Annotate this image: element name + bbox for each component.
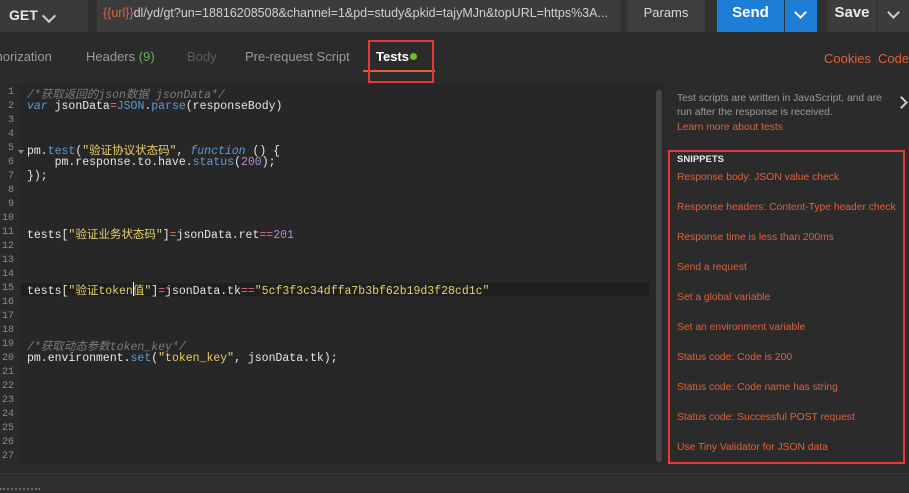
snippet-item[interactable]: Response time is less than 200ms: [677, 232, 834, 243]
snippet-item[interactable]: Send a request: [677, 262, 747, 273]
method-select[interactable]: GET: [0, 0, 88, 32]
editor-scrollbar[interactable]: [656, 90, 662, 462]
line-number: 14: [1, 269, 14, 280]
line-number: 17: [1, 311, 14, 322]
snippets-title: SNIPPETS: [677, 154, 724, 165]
code-string: "验证业务状态码": [68, 229, 163, 242]
line-number: 7: [7, 171, 14, 182]
url-input[interactable]: {{url}}dl/yd/gt?un=18816208508&channel=1…: [97, 0, 621, 32]
line-number: 3: [7, 115, 14, 126]
line-number: 6: [7, 157, 14, 168]
code-link[interactable]: Code: [878, 51, 909, 66]
line-number: 26: [1, 437, 14, 448]
snippet-item[interactable]: Use Tiny Validator for JSON data: [677, 442, 828, 453]
tests-description: Test scripts are written in JavaScript, …: [677, 93, 882, 118]
method-label: GET: [9, 7, 38, 23]
line-number: 5: [7, 143, 14, 154]
line-number: 13: [1, 255, 14, 266]
line-number: 8: [7, 185, 14, 196]
tests-code-editor[interactable]: 1 2 3 4 5 6 7 8 9 10 11 12 13 14 15 16 1…: [0, 84, 664, 464]
code-line: tests["验证业务状态码"]=jsonData.ret==201: [27, 229, 294, 242]
line-number: 21: [1, 367, 14, 378]
tab-authorization[interactable]: Authorization: [0, 49, 52, 64]
snippet-item[interactable]: Status code: Code is 200: [677, 352, 792, 363]
save-button[interactable]: Save: [827, 0, 877, 32]
line-number: 24: [1, 409, 14, 420]
tab-headers[interactable]: Headers (9): [86, 49, 155, 64]
line-number: 27: [1, 451, 14, 462]
line-number: 1: [7, 87, 14, 98]
send-button[interactable]: Send: [717, 0, 784, 32]
tests-tab-highlight-box: [368, 40, 434, 83]
line-number: 19: [1, 339, 14, 350]
chevron-down-icon: [887, 6, 900, 19]
url-variable: {{url}}: [103, 6, 134, 20]
line-number: 10: [1, 213, 14, 224]
line-number: 11: [1, 227, 14, 238]
request-tabs: Authorization Headers (9) Body Pre-reque…: [0, 32, 909, 74]
code-string: "token_key": [158, 352, 235, 365]
line-number: 23: [1, 395, 14, 406]
line-number: 12: [1, 241, 14, 252]
save-dropdown-button[interactable]: [878, 0, 909, 32]
headers-count-badge: (9): [138, 49, 155, 64]
text-cursor: [133, 282, 134, 296]
code-number: 201: [273, 229, 294, 242]
fold-arrow-icon[interactable]: [18, 150, 24, 154]
collapse-panel-chevron-icon[interactable]: [895, 96, 908, 109]
line-number: 16: [1, 297, 14, 308]
line-number: 25: [1, 423, 14, 434]
learn-more-link[interactable]: Learn more about tests: [677, 122, 783, 133]
tab-prerequest-script[interactable]: Pre-request Script: [245, 49, 350, 64]
params-button[interactable]: Params: [627, 0, 705, 32]
line-number: 15: [1, 283, 14, 294]
line-number: 18: [1, 325, 14, 336]
cookies-link[interactable]: Cookies: [824, 51, 871, 66]
code-number: 200: [240, 156, 262, 169]
snippet-item[interactable]: Set a global variable: [677, 292, 770, 303]
snippet-item[interactable]: Status code: Successful POST request: [677, 412, 855, 423]
send-dropdown-button[interactable]: [785, 0, 817, 32]
url-text: dl/yd/gt?un=18816208508&channel=1&pd=stu…: [133, 6, 608, 20]
snippet-item[interactable]: Status code: Code name has string: [677, 382, 838, 393]
code-string: "验证token值": [68, 285, 152, 298]
snippet-item[interactable]: Set an environment variable: [677, 322, 805, 333]
line-number: 2: [7, 101, 14, 112]
tab-body[interactable]: Body: [187, 49, 217, 64]
code-line: });: [27, 170, 48, 183]
line-number: 4: [7, 129, 14, 140]
bottom-bar: [0, 473, 909, 492]
tab-headers-label: Headers: [86, 49, 136, 64]
line-number: 9: [7, 199, 14, 210]
code-line: tests["验证token值"]=jsonData.tk=="5cf3f3c3…: [27, 285, 490, 298]
chevron-down-icon: [41, 8, 57, 24]
line-number: 22: [1, 381, 14, 392]
chevron-down-icon: [794, 6, 807, 19]
snippet-item[interactable]: Response body: JSON value check: [677, 172, 839, 183]
snippet-item[interactable]: Response headers: Content-Type header ch…: [677, 202, 896, 213]
code-line: var jsonData=JSON.parse(responseBody): [27, 100, 283, 113]
code-line: pm.environment.set("token_key", jsonData…: [27, 352, 338, 365]
code-string: "5cf3f3c34dffa7b3bf62b19d3f28cd1c": [254, 285, 490, 298]
line-number: 20: [1, 353, 14, 364]
code-line: pm.response.to.have.status(200);: [27, 156, 276, 169]
